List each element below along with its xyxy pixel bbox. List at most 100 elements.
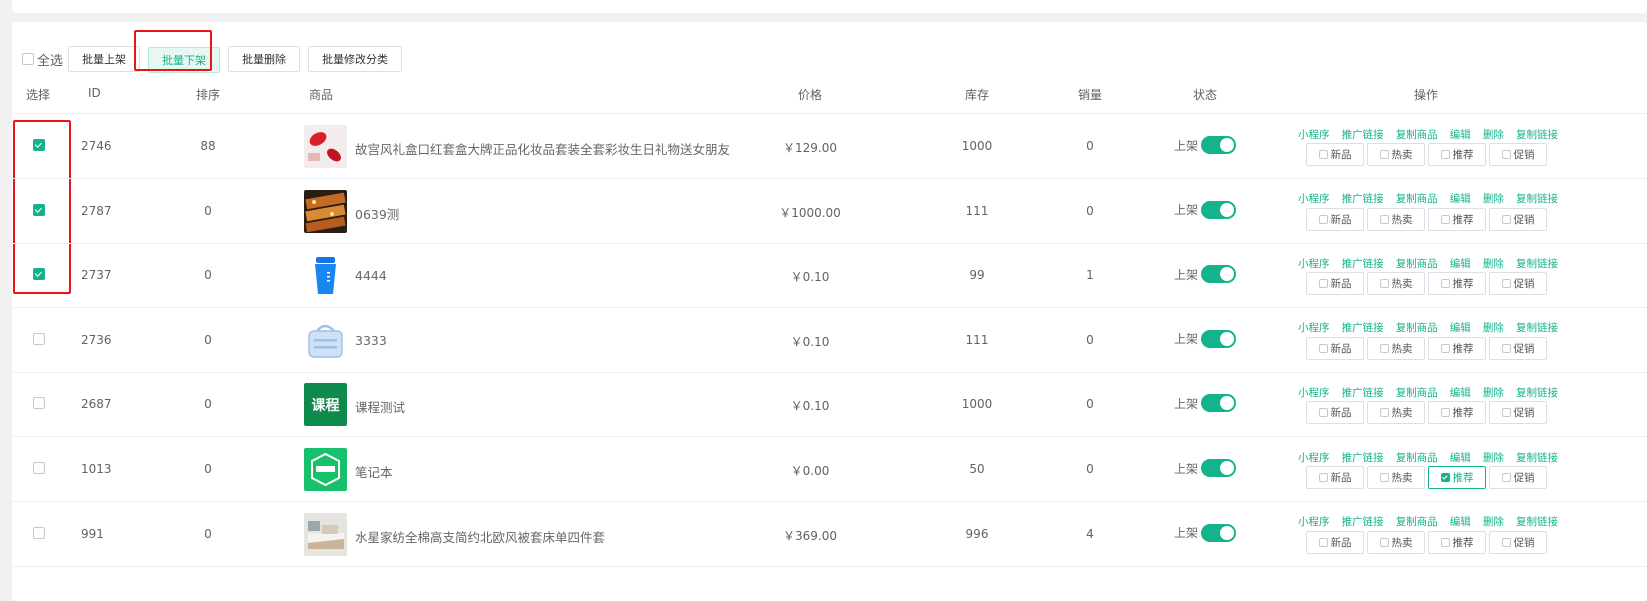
op-link-2[interactable]: 复制商品 bbox=[1396, 450, 1438, 465]
row-sales: 0 bbox=[1086, 397, 1094, 412]
op-link-2[interactable]: 复制商品 bbox=[1396, 514, 1438, 529]
op-link-2[interactable]: 复制商品 bbox=[1396, 256, 1438, 271]
op-link-0[interactable]: 小程序 bbox=[1298, 514, 1330, 529]
op-link-1[interactable]: 推广链接 bbox=[1342, 256, 1384, 271]
status-toggle[interactable] bbox=[1201, 523, 1237, 542]
op-link-1[interactable]: 推广链接 bbox=[1342, 385, 1384, 400]
row-select-checkbox[interactable] bbox=[33, 203, 45, 216]
status-toggle[interactable] bbox=[1201, 459, 1237, 477]
tag-toggle-0[interactable]: 新品 bbox=[1306, 207, 1364, 231]
tag-toggles: 新品 热卖 推荐 促销 bbox=[1306, 143, 1558, 166]
checkbox-icon bbox=[1440, 279, 1450, 289]
status-toggle[interactable] bbox=[1201, 394, 1237, 413]
tag-toggle-3[interactable]: 促销 bbox=[1489, 207, 1547, 231]
op-link-5[interactable]: 复制链接 bbox=[1516, 191, 1558, 206]
tag-toggle-3[interactable]: 促销 bbox=[1489, 466, 1547, 489]
row-price: ￥369.00 bbox=[783, 528, 837, 543]
op-link-5[interactable]: 复制链接 bbox=[1516, 256, 1558, 271]
tag-toggle-1[interactable]: 热卖 bbox=[1367, 336, 1425, 360]
op-link-4[interactable]: 删除 bbox=[1483, 127, 1504, 142]
op-link-1[interactable]: 推广链接 bbox=[1342, 191, 1384, 206]
row-price: ￥0.10 bbox=[790, 334, 830, 349]
tag-toggle-1[interactable]: 热卖 bbox=[1367, 207, 1425, 231]
table-row: 2746 88 故宫风礼盒口红套盒大牌正品化妆品套装全套彩妆生日礼物送女朋友 ￥129… bbox=[12, 114, 1647, 179]
tag-toggles: 新品 热卖 推荐 促销 bbox=[1306, 272, 1558, 296]
tag-toggle-2[interactable]: 推荐 bbox=[1428, 272, 1486, 296]
tag-toggle-0[interactable]: 新品 bbox=[1306, 401, 1364, 425]
op-link-5[interactable]: 复制链接 bbox=[1516, 450, 1558, 465]
op-link-3[interactable]: 编辑 bbox=[1450, 514, 1471, 529]
tag-toggle-1[interactable]: 热卖 bbox=[1367, 143, 1425, 166]
row-price: ￥1000.00 bbox=[779, 205, 841, 220]
op-link-4[interactable]: 删除 bbox=[1483, 320, 1504, 335]
op-link-1[interactable]: 推广链接 bbox=[1342, 514, 1384, 529]
op-link-2[interactable]: 复制商品 bbox=[1396, 385, 1438, 400]
tag-toggle-0[interactable]: 新品 bbox=[1306, 336, 1364, 360]
op-link-2[interactable]: 复制商品 bbox=[1396, 191, 1438, 206]
op-link-3[interactable]: 编辑 bbox=[1450, 320, 1471, 335]
tag-toggle-2[interactable]: 推荐 bbox=[1428, 143, 1486, 166]
row-select-checkbox[interactable] bbox=[33, 397, 45, 410]
op-link-1[interactable]: 推广链接 bbox=[1342, 450, 1384, 465]
op-link-0[interactable]: 小程序 bbox=[1298, 320, 1330, 335]
row-select-checkbox[interactable] bbox=[33, 139, 45, 151]
op-link-5[interactable]: 复制链接 bbox=[1516, 320, 1558, 335]
op-link-1[interactable]: 推广链接 bbox=[1342, 320, 1384, 335]
tag-toggle-1[interactable]: 热卖 bbox=[1367, 466, 1425, 489]
tag-toggle-2[interactable]: 推荐 bbox=[1428, 401, 1486, 425]
op-link-5[interactable]: 复制链接 bbox=[1516, 127, 1558, 142]
select-all-checkbox[interactable]: 全选 bbox=[22, 50, 63, 69]
tag-toggle-1[interactable]: 热卖 bbox=[1367, 530, 1425, 554]
op-link-0[interactable]: 小程序 bbox=[1298, 385, 1330, 400]
op-link-1[interactable]: 推广链接 bbox=[1342, 127, 1384, 142]
tag-toggle-2[interactable]: 推荐 bbox=[1428, 336, 1486, 360]
checkbox-icon bbox=[1501, 214, 1511, 224]
op-link-2[interactable]: 复制商品 bbox=[1396, 127, 1438, 142]
op-link-4[interactable]: 删除 bbox=[1483, 385, 1504, 400]
op-link-3[interactable]: 编辑 bbox=[1450, 385, 1471, 400]
tag-toggle-0[interactable]: 新品 bbox=[1306, 466, 1364, 489]
op-link-3[interactable]: 编辑 bbox=[1450, 127, 1471, 142]
tag-toggle-3[interactable]: 促销 bbox=[1489, 530, 1547, 554]
status-toggle[interactable] bbox=[1201, 329, 1237, 348]
op-link-0[interactable]: 小程序 bbox=[1298, 256, 1330, 271]
tag-toggle-1[interactable]: 热卖 bbox=[1367, 401, 1425, 425]
row-select-checkbox[interactable] bbox=[33, 526, 45, 539]
op-link-3[interactable]: 编辑 bbox=[1450, 191, 1471, 206]
bulk-delete-button[interactable]: 批量删除 bbox=[228, 46, 301, 72]
tag-toggle-2[interactable]: 推荐 bbox=[1428, 207, 1486, 231]
tag-toggle-3[interactable]: 促销 bbox=[1489, 272, 1547, 296]
op-link-3[interactable]: 编辑 bbox=[1450, 256, 1471, 271]
status-toggle[interactable] bbox=[1201, 136, 1237, 154]
op-link-4[interactable]: 删除 bbox=[1483, 256, 1504, 271]
op-link-5[interactable]: 复制链接 bbox=[1516, 385, 1558, 400]
tag-toggle-0[interactable]: 新品 bbox=[1306, 272, 1364, 296]
bulk-delist-button[interactable]: 批量下架 bbox=[148, 47, 221, 73]
checkbox-icon bbox=[1318, 214, 1328, 224]
op-link-4[interactable]: 删除 bbox=[1483, 514, 1504, 529]
status-toggle[interactable] bbox=[1201, 265, 1237, 284]
bulk-change-category-button[interactable]: 批量修改分类 bbox=[308, 46, 403, 72]
row-select-checkbox[interactable] bbox=[33, 268, 45, 281]
op-link-0[interactable]: 小程序 bbox=[1298, 191, 1330, 206]
op-link-0[interactable]: 小程序 bbox=[1298, 127, 1330, 142]
tag-toggle-2[interactable]: 推荐 bbox=[1428, 530, 1486, 554]
tag-toggle-0[interactable]: 新品 bbox=[1306, 143, 1364, 166]
bulk-list-button[interactable]: 批量上架 bbox=[68, 46, 141, 72]
row-id: 991 bbox=[81, 526, 104, 541]
op-link-3[interactable]: 编辑 bbox=[1450, 450, 1471, 465]
op-link-0[interactable]: 小程序 bbox=[1298, 450, 1330, 465]
row-select-checkbox[interactable] bbox=[33, 332, 45, 345]
tag-toggle-3[interactable]: 促销 bbox=[1489, 143, 1547, 166]
row-select-checkbox[interactable] bbox=[33, 462, 45, 474]
tag-toggle-3[interactable]: 促销 bbox=[1489, 336, 1547, 360]
tag-toggle-1[interactable]: 热卖 bbox=[1367, 272, 1425, 296]
tag-toggle-0[interactable]: 新品 bbox=[1306, 530, 1364, 554]
op-link-4[interactable]: 删除 bbox=[1483, 450, 1504, 465]
tag-toggle-3[interactable]: 促销 bbox=[1489, 401, 1547, 425]
status-toggle[interactable] bbox=[1201, 200, 1237, 219]
op-link-4[interactable]: 删除 bbox=[1483, 191, 1504, 206]
op-link-2[interactable]: 复制商品 bbox=[1396, 320, 1438, 335]
op-link-5[interactable]: 复制链接 bbox=[1516, 514, 1558, 529]
tag-toggle-2[interactable]: 推荐 bbox=[1428, 466, 1486, 489]
